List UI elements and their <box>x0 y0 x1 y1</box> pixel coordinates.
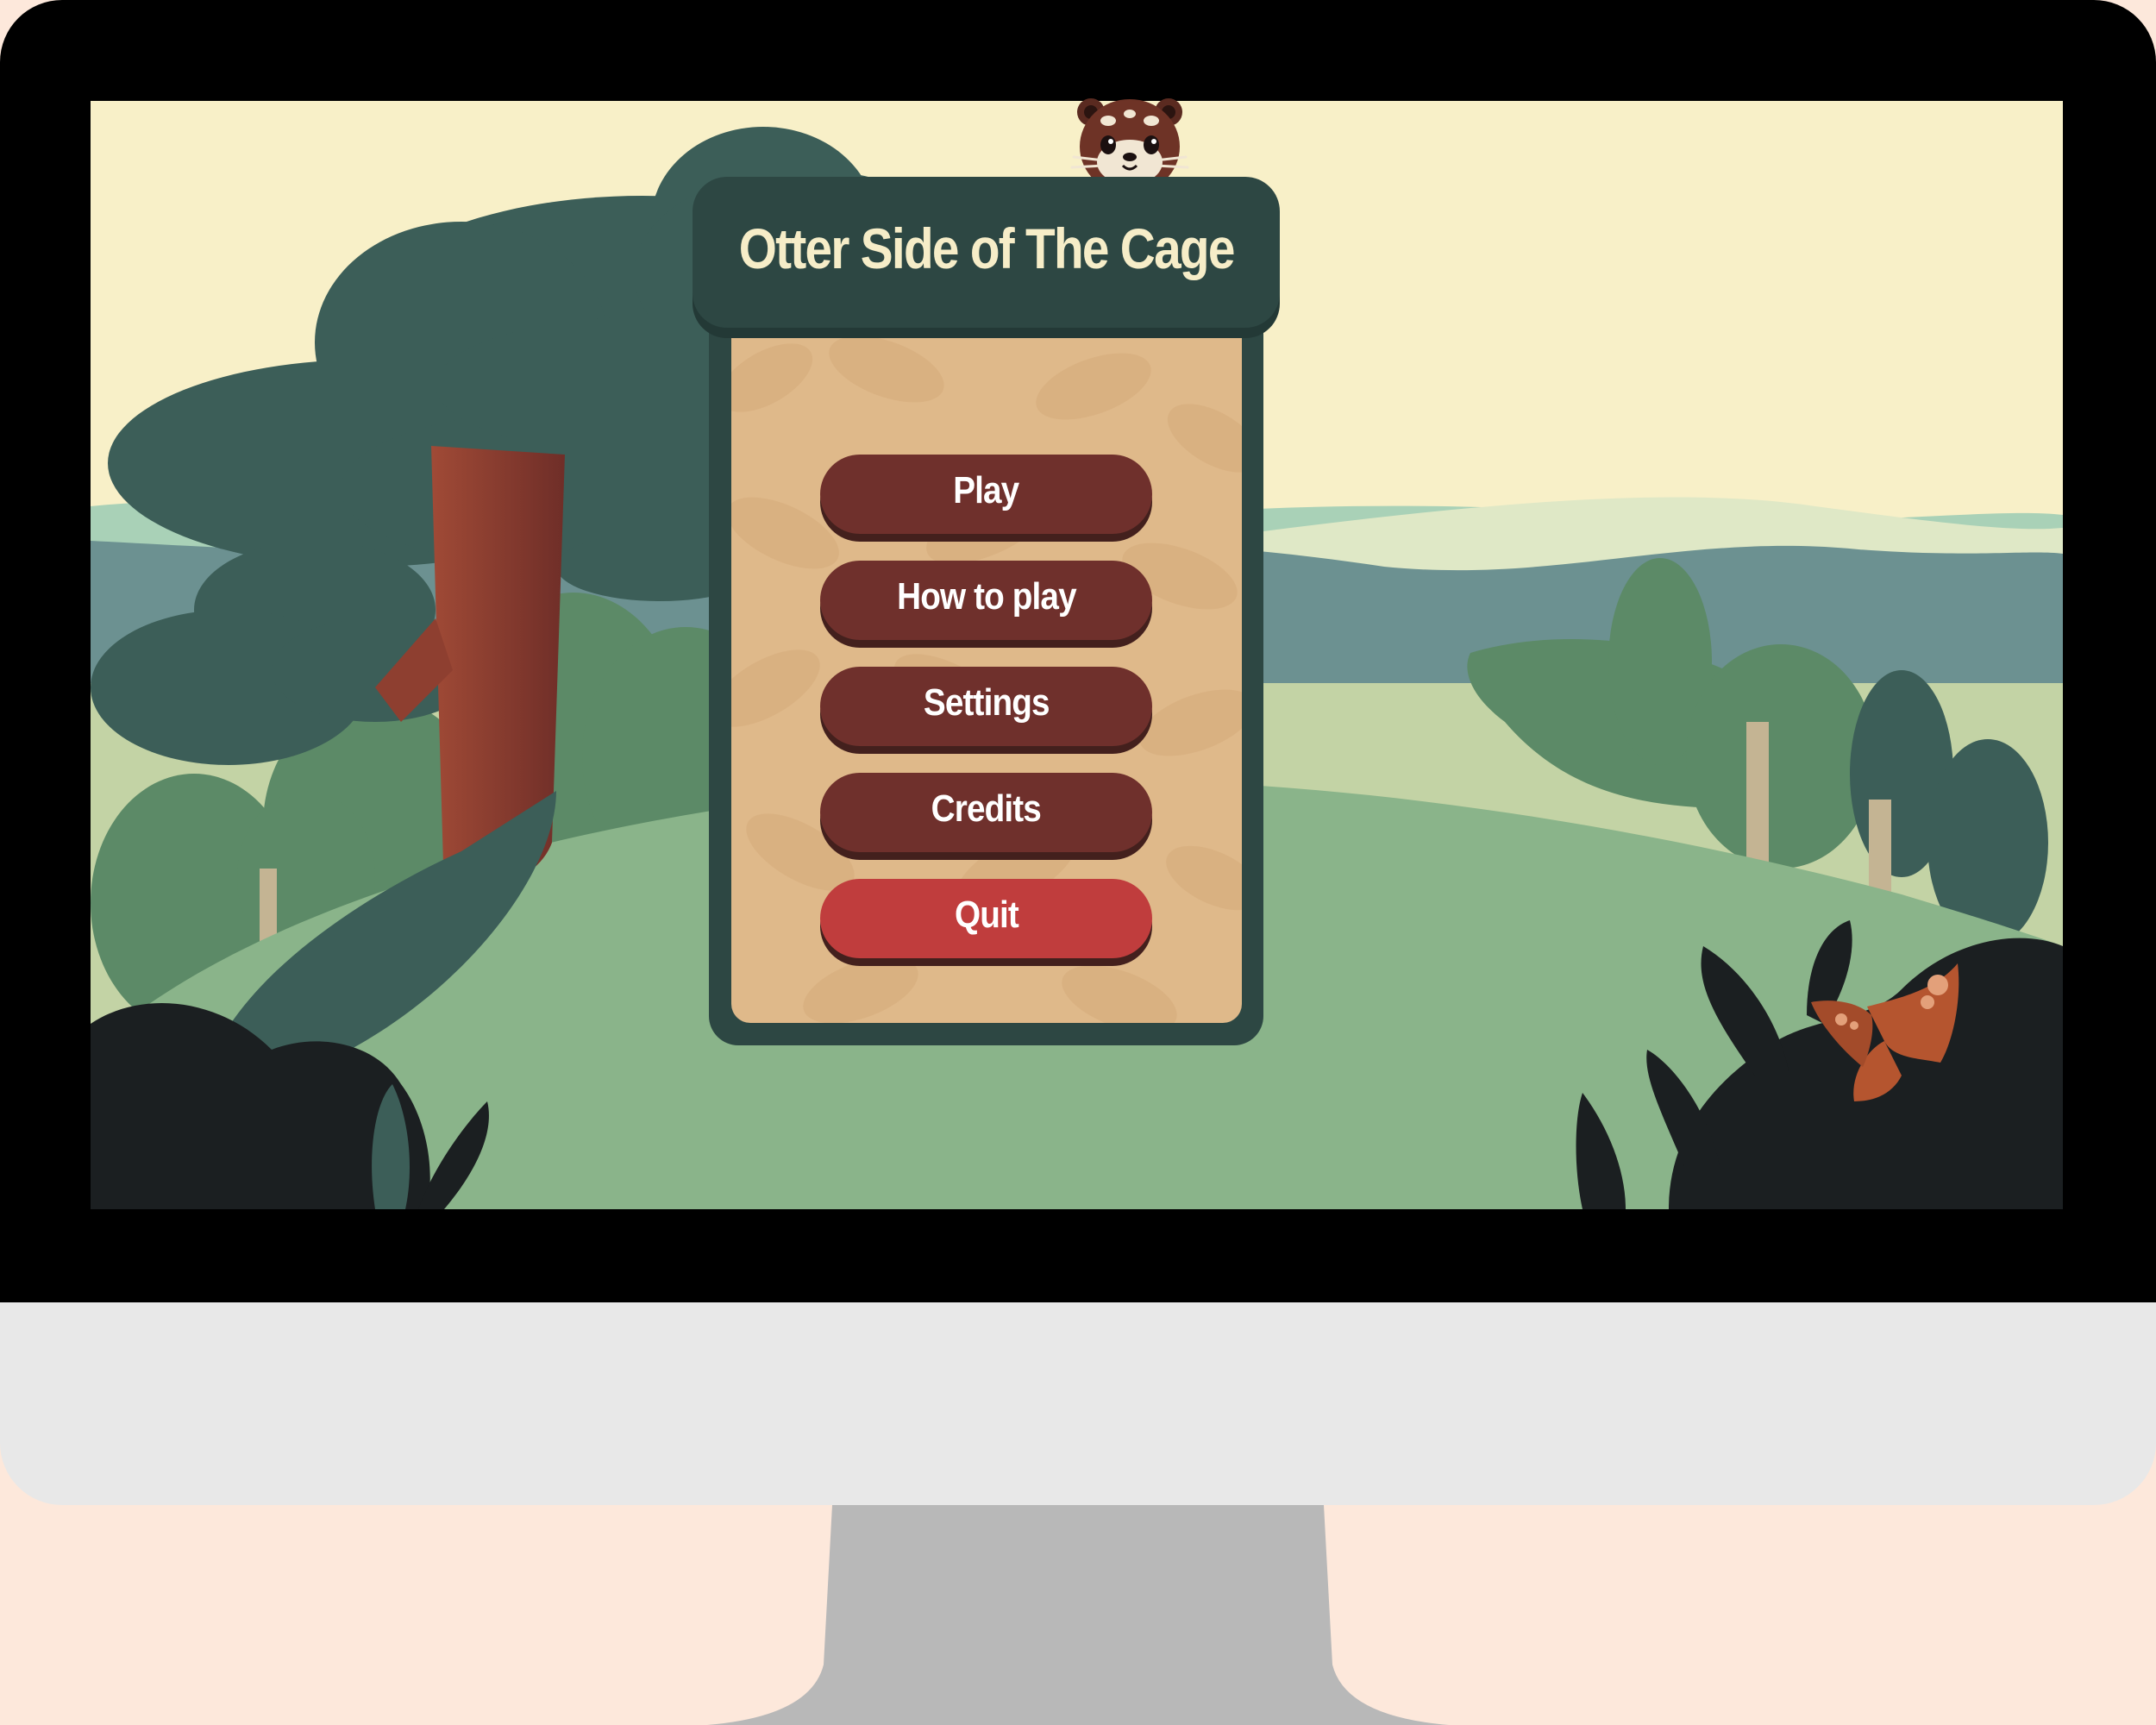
settings-button-label: Settings <box>923 681 1050 724</box>
game-title: Otter Side of The Cage <box>738 216 1236 280</box>
quit-button[interactable]: Quit <box>820 879 1152 958</box>
quit-button-label: Quit <box>954 894 1019 936</box>
credits-button[interactable]: Credits <box>820 773 1152 852</box>
settings-button[interactable]: Settings <box>820 667 1152 746</box>
how-to-play-button-label: How to play <box>896 575 1076 618</box>
credits-button-label: Credits <box>931 787 1042 830</box>
play-button-label: Play <box>953 469 1019 511</box>
title-banner: Otter Side of The Cage <box>693 177 1280 328</box>
otter-icon <box>1070 98 1189 188</box>
play-button[interactable]: Play <box>820 455 1152 534</box>
monitor-chin <box>0 1302 2156 1505</box>
how-to-play-button[interactable]: How to play <box>820 561 1152 640</box>
